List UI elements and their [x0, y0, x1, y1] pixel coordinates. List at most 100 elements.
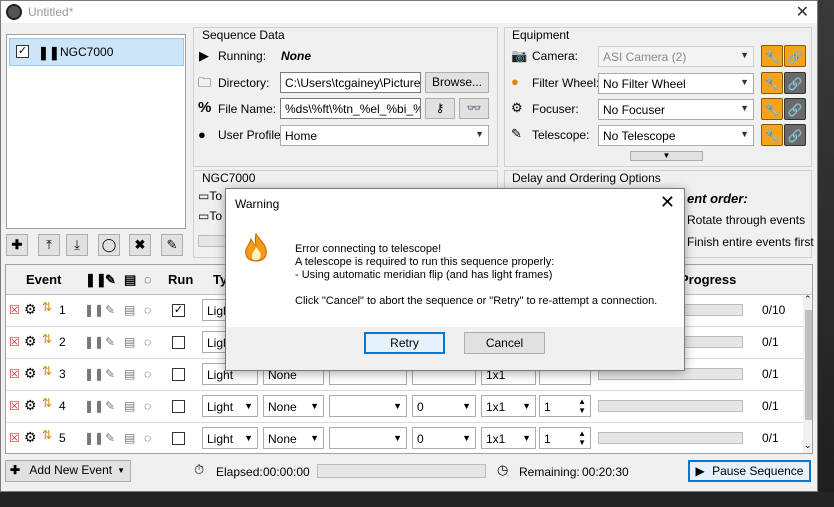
- count-stepper[interactable]: 1 ▲ ▼: [539, 395, 591, 417]
- gear-icon[interactable]: ⚙: [24, 365, 37, 382]
- telescope-icon[interactable]: ✎: [105, 335, 115, 349]
- binning-select[interactable]: 1x1 ▼: [481, 395, 536, 417]
- filename-token-button[interactable]: ⚷: [425, 98, 455, 119]
- focuser-connect-button[interactable]: 🔗: [784, 98, 806, 120]
- scroll-up-icon[interactable]: ⌃: [804, 294, 812, 305]
- retry-button[interactable]: Retry: [364, 332, 445, 354]
- run-checkbox[interactable]: [172, 400, 185, 413]
- filter-wheel-select[interactable]: No Filter Wheel ▼: [598, 73, 754, 94]
- comment-icon[interactable]: ◌: [144, 335, 151, 349]
- telescope-icon[interactable]: ✎: [105, 367, 115, 381]
- add-new-event-button[interactable]: ✚ Add New Event ▼: [5, 460, 131, 482]
- edit-sequence-button[interactable]: ✎: [161, 234, 183, 256]
- filter-select[interactable]: None ▼: [263, 427, 324, 449]
- script-icon[interactable]: ▤: [124, 399, 135, 413]
- directory-field[interactable]: C:\Users\tcgainey\Pictures\: [280, 72, 421, 93]
- type-select[interactable]: Light ▼: [202, 395, 258, 417]
- grid-scrollbar[interactable]: ⌃ ⌄: [803, 294, 812, 453]
- user-profile-select[interactable]: Home ▼: [280, 125, 489, 146]
- scroll-down-icon[interactable]: ⌄: [804, 440, 812, 451]
- delete-event-icon[interactable]: ☒: [9, 399, 20, 413]
- filter-wheel-connect-button[interactable]: 🔗: [784, 72, 806, 94]
- add-sequence-button[interactable]: ✚: [6, 234, 28, 256]
- pause-icon[interactable]: ❚❚: [84, 303, 104, 317]
- camera-select[interactable]: ASI Camera (2) ▼: [598, 46, 754, 67]
- cancel-button[interactable]: Cancel: [464, 332, 545, 354]
- table-row[interactable]: ☒ ⚙ ⇅ 5 ❚❚ ✎ ▤ ◌ Light ▼ None ▼ ▼ 0 ▼ 1x1 ▼ …: [6, 423, 812, 453]
- scrollbar-thumb[interactable]: [805, 310, 812, 420]
- delay-select[interactable]: 0 ▼: [412, 427, 476, 449]
- filter-wheel-settings-button[interactable]: 🔧: [761, 72, 783, 94]
- exposure-select[interactable]: ▼: [329, 427, 407, 449]
- chevron-down-icon: ▼: [740, 77, 749, 87]
- filename-preview-button[interactable]: 👓: [459, 98, 489, 119]
- dialog-close-button[interactable]: ✕: [660, 192, 675, 213]
- sequence-item-ngc7000[interactable]: ✓ ❚❚ NGC7000: [9, 38, 184, 66]
- focuser-settings-button[interactable]: 🔧: [761, 98, 783, 120]
- binning-select[interactable]: 1x1 ▼: [481, 427, 536, 449]
- pause-icon[interactable]: ❚❚: [84, 367, 104, 381]
- gear-icon[interactable]: ⚙: [24, 333, 37, 350]
- reorder-icon[interactable]: ⇅: [42, 332, 52, 346]
- run-checkbox[interactable]: [172, 368, 185, 381]
- reorder-icon[interactable]: ⇅: [42, 428, 52, 442]
- gear-icon[interactable]: ⚙: [24, 429, 37, 446]
- script-icon[interactable]: ▤: [124, 431, 135, 445]
- telescope-icon[interactable]: ✎: [105, 303, 115, 317]
- rotate-option[interactable]: Rotate through events: [687, 213, 805, 227]
- delete-sequence-button[interactable]: ✖: [129, 234, 151, 256]
- camera-settings-button[interactable]: 🔧: [761, 45, 783, 67]
- gear-icon[interactable]: ⚙: [24, 397, 37, 414]
- telescope-select[interactable]: No Telescope ▼: [598, 125, 754, 146]
- count-stepper[interactable]: 1 ▲ ▼: [539, 427, 591, 449]
- script-icon[interactable]: ▤: [124, 303, 135, 317]
- filename-field[interactable]: %ds\%ft\%tn_%el_%bi_%su_: [280, 98, 421, 119]
- type-select[interactable]: Light ▼: [202, 427, 258, 449]
- pause-sequence-button[interactable]: ▶ Pause Sequence: [688, 460, 811, 482]
- run-checkbox[interactable]: [172, 432, 185, 445]
- delete-event-icon[interactable]: ☒: [9, 335, 20, 349]
- telescope-icon[interactable]: ✎: [105, 431, 115, 445]
- chevron-down-icon: ▼: [475, 129, 484, 139]
- script-icon[interactable]: ▤: [124, 335, 135, 349]
- move-up-button[interactable]: ⤒: [38, 234, 60, 256]
- event-number: 3: [59, 367, 66, 381]
- delete-event-icon[interactable]: ☒: [9, 303, 20, 317]
- telescope-icon[interactable]: ✎: [105, 399, 115, 413]
- exposure-select[interactable]: ▼: [329, 395, 407, 417]
- sequence-checkbox[interactable]: ✓: [16, 45, 29, 58]
- pause-icon[interactable]: ❚❚: [84, 335, 104, 349]
- table-row[interactable]: ☒ ⚙ ⇅ 4 ❚❚ ✎ ▤ ◌ Light ▼ None ▼ ▼ 0 ▼ 1x1 ▼ …: [6, 391, 812, 423]
- reorder-icon[interactable]: ⇅: [42, 396, 52, 410]
- delete-event-icon[interactable]: ☒: [9, 367, 20, 381]
- pause-icon[interactable]: ❚❚: [84, 431, 104, 445]
- camera-connect-button[interactable]: 🔗: [784, 45, 806, 67]
- filter-select[interactable]: None ▼: [263, 395, 324, 417]
- run-checkbox[interactable]: [172, 336, 185, 349]
- delete-event-icon[interactable]: ☒: [9, 431, 20, 445]
- telescope-settings-button[interactable]: 🔧: [761, 124, 783, 146]
- equipment-expand-button[interactable]: ▼: [630, 151, 703, 161]
- comment-icon[interactable]: ◌: [144, 303, 151, 317]
- comment-icon[interactable]: ◌: [144, 367, 151, 381]
- move-down-button[interactable]: ⤓: [66, 234, 88, 256]
- sequence-list[interactable]: ✓ ❚❚ NGC7000: [6, 34, 186, 229]
- telescope-connect-button[interactable]: 🔗: [784, 124, 806, 146]
- run-checkbox[interactable]: ✓: [172, 304, 185, 317]
- focuser-select[interactable]: No Focuser ▼: [598, 99, 754, 120]
- finish-option[interactable]: Finish entire events first: [687, 235, 814, 249]
- browse-button[interactable]: Browse...: [425, 72, 489, 93]
- script-icon[interactable]: ▤: [124, 367, 135, 381]
- comment-icon[interactable]: ◌: [144, 431, 151, 445]
- comment-icon[interactable]: ◌: [144, 399, 151, 413]
- reorder-icon[interactable]: ⇅: [42, 364, 52, 378]
- delay-select[interactable]: 0 ▼: [412, 395, 476, 417]
- reorder-icon[interactable]: ⇅: [42, 300, 52, 314]
- binning-value: 1x1: [486, 432, 506, 446]
- chevron-down-icon: ▼: [310, 433, 319, 443]
- reset-button[interactable]: ◯: [98, 234, 120, 256]
- close-window-button[interactable]: ✕: [796, 2, 809, 22]
- gear-icon[interactable]: ⚙: [24, 301, 37, 318]
- pause-icon[interactable]: ❚❚: [84, 399, 104, 413]
- count-value: 1: [544, 432, 551, 446]
